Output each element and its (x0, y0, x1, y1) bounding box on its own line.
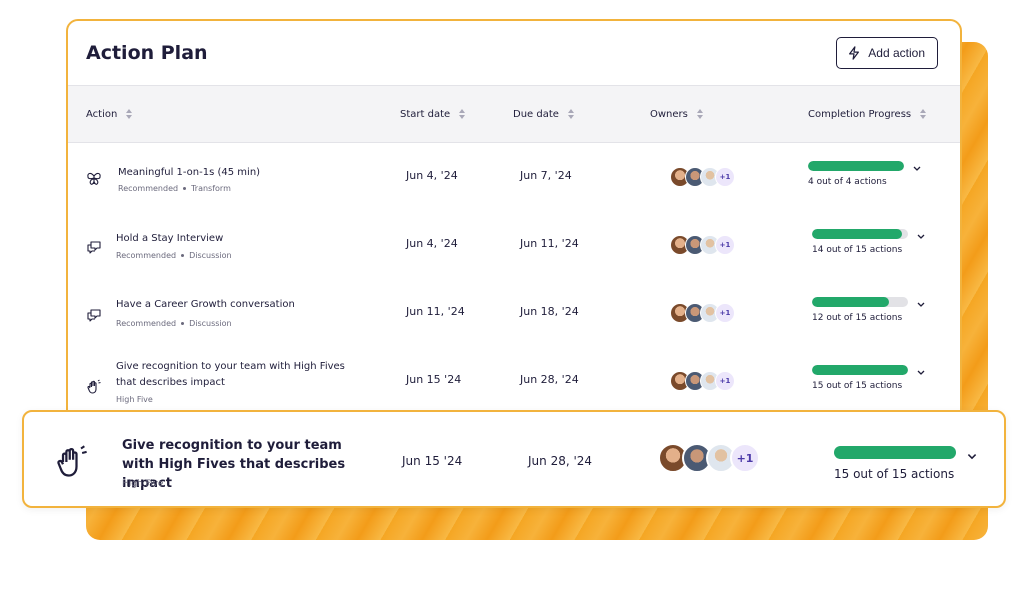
due-date: Jun 28, '24 (520, 373, 579, 386)
tag-label: Discussion (189, 251, 232, 260)
chevron-down-icon[interactable] (912, 165, 922, 173)
separator-dot (181, 254, 185, 257)
progress-fill (812, 297, 889, 307)
completion-progress: 15 out of 15 actions (812, 365, 908, 391)
action-title: Give recognition to your team with High … (116, 361, 345, 388)
progress-fill (808, 161, 904, 171)
progress-text: 15 out of 15 actions (812, 381, 903, 391)
progress-bar (808, 161, 904, 171)
action-plan-card: Action Plan Add action Action Start date… (66, 19, 962, 439)
chevron-down-icon[interactable] (966, 452, 978, 462)
owners-avatars[interactable]: +1 (670, 167, 735, 187)
chevron-down-icon[interactable] (916, 369, 926, 377)
action-title: Have a Career Growth conversation (116, 299, 295, 310)
progress-text: 4 out of 4 actions (808, 177, 887, 187)
action-tags: Recommended Discussion (116, 319, 232, 328)
table-row[interactable]: Hold a Stay Interview Recommended Discus… (68, 219, 960, 287)
sort-icon (567, 109, 574, 119)
waving-hand-icon (57, 445, 87, 477)
completion-progress: 4 out of 4 actions (808, 161, 904, 187)
progress-bar (812, 229, 908, 239)
more-owners-badge: +1 (715, 235, 735, 255)
separator-dot (183, 187, 187, 190)
column-header-due-date[interactable]: Due date (513, 108, 575, 120)
start-date: Jun 15 '24 (406, 373, 462, 386)
completion-progress: 14 out of 15 actions (812, 229, 908, 255)
start-date: Jun 4, '24 (406, 169, 458, 182)
chevron-down-icon[interactable] (916, 233, 926, 241)
highlighted-action-row[interactable]: Give recognition to your team with High … (22, 410, 1006, 508)
tag-label: High Five (122, 479, 164, 489)
page-title: Action Plan (86, 42, 208, 64)
butterfly-icon (87, 172, 101, 185)
progress-bar (812, 297, 908, 307)
table-header: Action Start date Due date Owners Comple… (68, 85, 960, 143)
progress-fill (812, 229, 902, 239)
tag-label: Recommended (118, 184, 179, 193)
start-date: Jun 4, '24 (406, 237, 458, 250)
table-row[interactable]: Have a Career Growth conversation Recomm… (68, 287, 960, 355)
tag-label: Transform (191, 184, 231, 193)
action-tags: Recommended Transform (118, 184, 231, 193)
action-tags: Recommended Discussion (116, 251, 232, 260)
more-owners-badge: +1 (730, 443, 760, 473)
progress-bar (834, 446, 956, 459)
waving-hand-icon (87, 379, 101, 394)
tag-label: Discussion (189, 319, 232, 328)
column-label: Completion Progress (808, 108, 912, 120)
more-owners-badge: +1 (715, 303, 735, 323)
tag-label: High Five (116, 395, 153, 404)
due-date: Jun 11, '24 (520, 237, 579, 250)
column-label: Action (86, 108, 118, 120)
add-action-label: Add action (868, 46, 925, 60)
progress-fill (834, 446, 956, 459)
start-date: Jun 15 '24 (402, 454, 463, 468)
owners-avatars[interactable]: +1 (670, 235, 735, 255)
progress-text: 14 out of 15 actions (812, 245, 903, 255)
start-date: Jun 11, '24 (406, 305, 465, 318)
column-header-progress[interactable]: Completion Progress (808, 108, 927, 120)
progress-fill (812, 365, 908, 375)
due-date: Jun 28, '24 (528, 454, 593, 468)
completion-progress: 12 out of 15 actions (812, 297, 908, 323)
chevron-down-icon[interactable] (916, 301, 926, 309)
column-header-action[interactable]: Action (86, 108, 133, 120)
more-owners-badge: +1 (715, 371, 735, 391)
sort-icon (920, 109, 927, 119)
completion-progress: 15 out of 15 actions (834, 446, 956, 481)
progress-bar (812, 365, 908, 375)
chat-bubbles-icon (87, 309, 101, 322)
table-row[interactable]: Meaningful 1-on-1s (45 min) Recommended … (68, 151, 960, 219)
sort-icon (459, 109, 466, 119)
card-header: Action Plan Add action (68, 21, 960, 85)
column-label: Due date (513, 108, 559, 120)
owners-avatars[interactable]: +1 (658, 443, 760, 473)
tag-label: Recommended (116, 319, 177, 328)
tag-label: Recommended (116, 251, 177, 260)
more-owners-badge: +1 (715, 167, 735, 187)
owners-avatars[interactable]: +1 (670, 371, 735, 391)
separator-dot (181, 322, 185, 325)
column-label: Start date (400, 108, 451, 120)
progress-text: 12 out of 15 actions (812, 313, 903, 323)
lightning-icon (849, 46, 860, 60)
due-date: Jun 18, '24 (520, 305, 579, 318)
sort-icon (696, 109, 703, 119)
column-header-owners[interactable]: Owners (650, 108, 704, 120)
add-action-button[interactable]: Add action (836, 37, 938, 69)
sort-icon (126, 109, 133, 119)
progress-text: 15 out of 15 actions (834, 467, 955, 481)
due-date: Jun 7, '24 (520, 169, 572, 182)
column-header-start-date[interactable]: Start date (400, 108, 466, 120)
owners-avatars[interactable]: +1 (670, 303, 735, 323)
action-title: Hold a Stay Interview (116, 233, 224, 244)
action-tags: High Five (116, 395, 153, 404)
chat-bubbles-icon (87, 241, 101, 254)
action-title: Meaningful 1-on-1s (45 min) (118, 167, 261, 178)
column-label: Owners (650, 108, 688, 120)
